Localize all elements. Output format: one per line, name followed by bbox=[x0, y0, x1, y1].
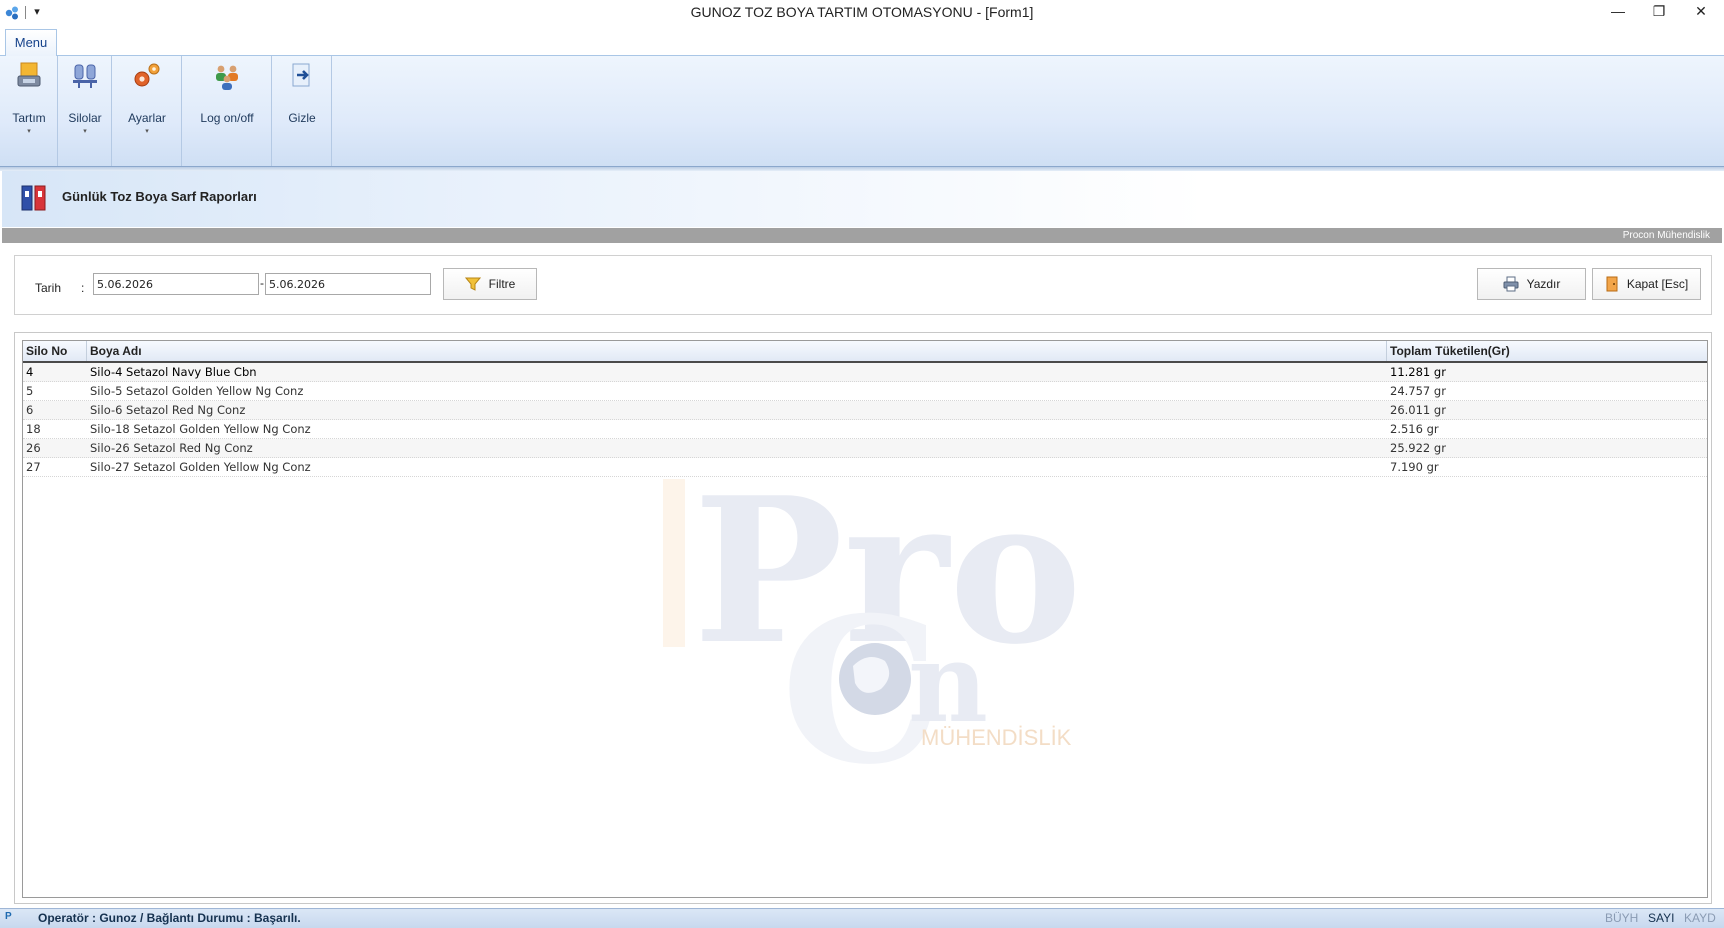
report-grid[interactable]: Pro C n MÜHENDİSLİK Silo No Boya Adı Top… bbox=[22, 340, 1708, 898]
minimize-button[interactable]: — bbox=[1598, 0, 1638, 22]
operator-status: Operatör : Gunoz / Bağlantı Durumu : Baş… bbox=[38, 911, 301, 925]
users-icon bbox=[216, 65, 238, 90]
filter-button-label: Filtre bbox=[488, 277, 516, 291]
status-app-icon: P bbox=[5, 911, 12, 922]
title-bar: ▾ GUNOZ TOZ BOYA TARTIM OTOMASYONU - [Fo… bbox=[0, 0, 1724, 26]
table-row[interactable]: 5 Silo-5 Setazol Golden Yellow Ng Conz 2… bbox=[23, 382, 1707, 401]
log-on-off-label: Log on/off bbox=[200, 111, 254, 125]
print-button[interactable]: Yazdır bbox=[1477, 268, 1586, 300]
date-from-input[interactable] bbox=[93, 273, 259, 295]
chevron-down-icon: ▾ bbox=[145, 128, 149, 135]
gizle-label: Gizle bbox=[288, 111, 316, 125]
grid-panel: Pro C n MÜHENDİSLİK Silo No Boya Adı Top… bbox=[14, 332, 1712, 904]
ayarlar-button[interactable]: Ayarlar ▾ bbox=[112, 60, 182, 140]
globe-icon bbox=[839, 643, 911, 715]
cell-boya-adi: Silo-18 Setazol Golden Yellow Ng Conz bbox=[90, 422, 311, 436]
watermark-c: C bbox=[781, 574, 940, 781]
cell-toplam: 2.516 gr bbox=[1390, 422, 1439, 436]
tartim-label: Tartım bbox=[12, 111, 46, 125]
table-row[interactable]: 4 Silo-4 Setazol Navy Blue Cbn 11.281 gr bbox=[23, 363, 1707, 382]
log-on-off-button[interactable]: Log on/off bbox=[182, 60, 272, 140]
cell-toplam: 25.922 gr bbox=[1390, 441, 1446, 455]
ribbon-group-gizle: Gizle bbox=[272, 56, 332, 166]
gears-icon bbox=[134, 63, 160, 87]
cell-boya-adi: Silo-5 Setazol Golden Yellow Ng Conz bbox=[90, 384, 304, 398]
ribbon-group-tartim: Tartım ▾ bbox=[0, 56, 58, 166]
watermark-n: n bbox=[908, 618, 988, 747]
cell-boya-adi: Silo-4 Setazol Navy Blue Cbn bbox=[90, 365, 257, 379]
silolar-label: Silolar bbox=[68, 111, 102, 125]
filter-icon bbox=[464, 277, 481, 291]
tartim-button[interactable]: Tartım ▾ bbox=[0, 60, 58, 140]
ribbon-group-ayarlar: Ayarlar ▾ bbox=[112, 56, 182, 166]
ayarlar-label: Ayarlar bbox=[128, 111, 166, 125]
grid-rows: 4 Silo-4 Setazol Navy Blue Cbn 11.281 gr… bbox=[23, 363, 1707, 477]
report-header: Günlük Toz Boya Sarf Raporları bbox=[2, 171, 1722, 227]
date-label: Tarih bbox=[35, 281, 62, 295]
cell-toplam: 7.190 gr bbox=[1390, 460, 1439, 474]
scale-box-icon bbox=[17, 62, 41, 87]
chevron-down-icon: ▾ bbox=[83, 128, 87, 135]
cell-silo-no: 18 bbox=[26, 422, 41, 436]
date-to-input[interactable] bbox=[265, 273, 431, 295]
restore-button[interactable]: ❐ bbox=[1639, 0, 1679, 22]
cell-silo-no: 5 bbox=[26, 384, 34, 398]
scroll-lock-indicator: KAYD bbox=[1684, 911, 1716, 925]
filter-panel: Tarih : - Filtre Yazdır Kapat [Esc] bbox=[14, 255, 1712, 315]
watermark-pro: Pro bbox=[693, 471, 1082, 689]
report-title: Günlük Toz Boya Sarf Raporları bbox=[62, 189, 257, 204]
cell-silo-no: 6 bbox=[26, 403, 34, 417]
column-header-boya-adi[interactable]: Boya Adı bbox=[87, 341, 1387, 361]
cell-toplam: 26.011 gr bbox=[1390, 403, 1446, 417]
procon-watermark-logo: Pro C n MÜHENDİSLİK bbox=[663, 471, 1082, 781]
cell-toplam: 11.281 gr bbox=[1390, 365, 1446, 379]
close-window-button[interactable]: ✕ bbox=[1681, 0, 1721, 22]
cell-boya-adi: Silo-27 Setazol Golden Yellow Ng Conz bbox=[90, 460, 311, 474]
table-row[interactable]: 26 Silo-26 Setazol Red Ng Conz 25.922 gr bbox=[23, 439, 1707, 458]
gizle-button[interactable]: Gizle bbox=[272, 60, 332, 140]
column-header-silo-no[interactable]: Silo No bbox=[23, 341, 87, 361]
binders-icon bbox=[21, 185, 46, 211]
cell-toplam: 24.757 gr bbox=[1390, 384, 1446, 398]
hide-arrow-icon bbox=[292, 63, 310, 87]
window-title: GUNOZ TOZ BOYA TARTIM OTOMASYONU - [Form… bbox=[690, 4, 1034, 20]
close-button-label: Kapat [Esc] bbox=[1626, 277, 1689, 291]
silolar-button[interactable]: Silolar ▾ bbox=[58, 60, 112, 140]
watermark-sub: MÜHENDİSLİK bbox=[921, 725, 1072, 750]
table-row[interactable]: 27 Silo-27 Setazol Golden Yellow Ng Conz… bbox=[23, 458, 1707, 477]
caps-lock-indicator: BÜYH bbox=[1605, 911, 1639, 925]
chevron-down-icon: ▾ bbox=[27, 128, 31, 135]
num-lock-indicator: SAYI bbox=[1648, 911, 1675, 925]
tab-menu[interactable]: Menu bbox=[5, 29, 57, 57]
table-row[interactable]: 6 Silo-6 Setazol Red Ng Conz 26.011 gr bbox=[23, 401, 1707, 420]
close-button[interactable]: Kapat [Esc] bbox=[1592, 268, 1701, 300]
filter-button[interactable]: Filtre bbox=[443, 268, 537, 300]
grid-header: Silo No Boya Adı Toplam Tüketilen(Gr) bbox=[23, 341, 1707, 363]
silo-icon bbox=[73, 64, 97, 88]
ribbon-group-logon: Log on/off bbox=[182, 56, 272, 166]
cell-boya-adi: Silo-26 Setazol Red Ng Conz bbox=[90, 441, 253, 455]
cell-silo-no: 26 bbox=[26, 441, 41, 455]
ribbon: Tartım ▾ Silolar ▾ Ayarlar ▾ Log on/off … bbox=[0, 56, 1724, 167]
date-separator: - bbox=[260, 276, 264, 290]
cell-boya-adi: Silo-6 Setazol Red Ng Conz bbox=[90, 403, 246, 417]
print-button-label: Yazdır bbox=[1526, 277, 1561, 291]
ribbon-tab-row: Menu bbox=[0, 26, 1724, 57]
ribbon-group-silolar: Silolar ▾ bbox=[58, 56, 112, 166]
table-row[interactable]: 18 Silo-18 Setazol Golden Yellow Ng Conz… bbox=[23, 420, 1707, 439]
column-header-toplam[interactable]: Toplam Tüketilen(Gr) bbox=[1387, 341, 1707, 361]
content-area: Tarih : - Filtre Yazdır Kapat [Esc] bbox=[2, 243, 1722, 907]
brand-bar: Procon Mühendislik bbox=[2, 228, 1722, 243]
status-bar: P Operatör : Gunoz / Bağlantı Durumu : B… bbox=[0, 908, 1724, 928]
date-colon: : bbox=[81, 281, 85, 295]
cell-silo-no: 27 bbox=[26, 460, 41, 474]
cell-silo-no: 4 bbox=[26, 365, 34, 379]
printer-icon bbox=[1503, 276, 1519, 292]
door-icon bbox=[1606, 276, 1618, 292]
